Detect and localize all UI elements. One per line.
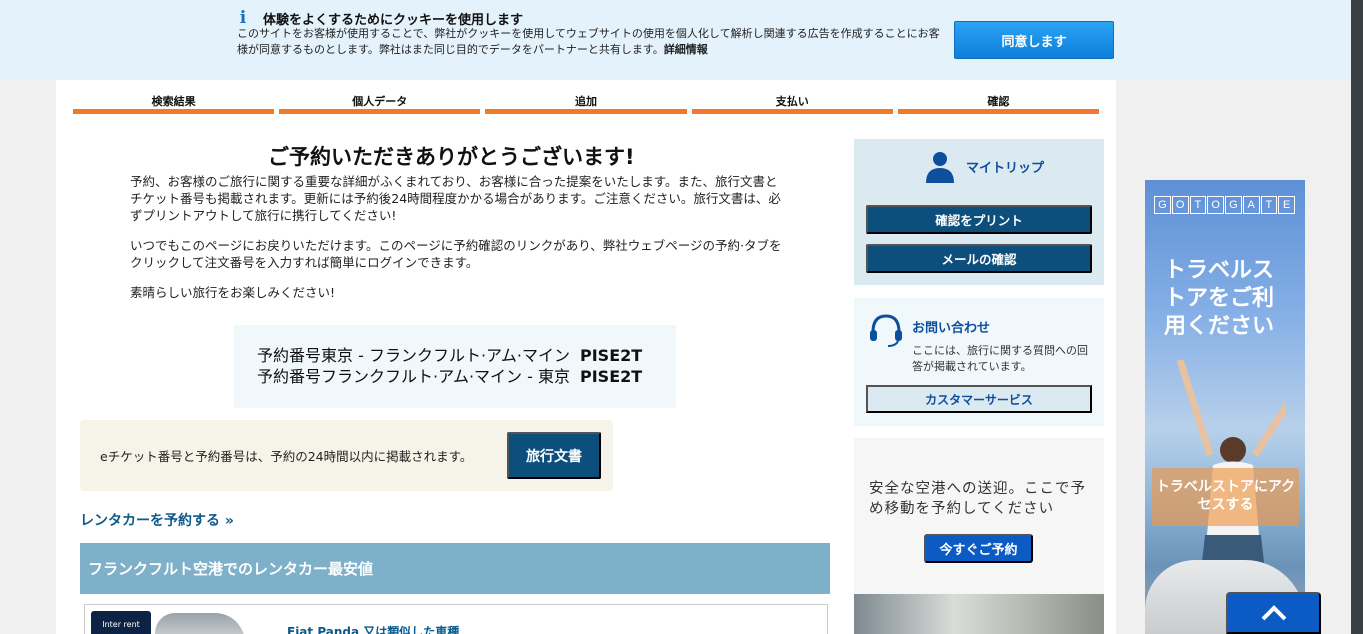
logo-letter: T [1189, 196, 1207, 214]
back-to-top-button[interactable] [1226, 592, 1321, 634]
booking-row-outbound: 予約番号東京 - フランクフルト·アム·マイン PISE2T [257, 345, 676, 366]
contact-box: お問い合わせ ここには、旅行に関する質問への回答が掲載されています。 カスタマー… [854, 298, 1104, 426]
info-icon: i [239, 8, 247, 28]
step-payment[interactable]: 支払い [691, 92, 893, 114]
mytrip-title[interactable]: マイトリップ [966, 157, 1044, 176]
car-name-link[interactable]: Fiat Panda 又は類似した車種 [287, 623, 459, 634]
cookie-text-body: このサイトをお客様が使用することで、弊社がクッキーを使用してウェブサイトの使用を… [237, 27, 940, 56]
travel-store-ad[interactable]: G O T O G A T E トラベルストアをご利用ください トラベルストアに… [1145, 180, 1305, 634]
booking-code: PISE2T [580, 367, 643, 386]
intro-paragraph: 予約、お客様のご旅行に関する重要な詳細がふくまれており、お客様に合った提案をいた… [130, 174, 781, 223]
logo-letter: G [1225, 196, 1242, 214]
booking-label: 予約番号フランクフルト·アム·マイン - 東京 [257, 367, 570, 386]
transfer-photo [854, 594, 1104, 634]
logo-letter: O [1207, 196, 1224, 214]
scrollbar[interactable] [1351, 0, 1363, 634]
page-title: ご予約いただきありがとうございます! [268, 145, 635, 169]
step-extras[interactable]: 追加 [485, 92, 687, 114]
logo-letter: A [1242, 196, 1260, 214]
interrent-logo: Inter rent [91, 611, 151, 634]
airport-transfer-box: 安全な空港への送迎。ここで予め移動を予約してください 今すぐご予約 [854, 438, 1104, 594]
logo-letter: T [1260, 196, 1278, 214]
email-confirmation-button[interactable]: メールの確認 [866, 244, 1092, 273]
booking-numbers: 予約番号東京 - フランクフルト·アム·マイン PISE2T 予約番号フランクフル… [234, 325, 676, 408]
ad-title: トラベルストアをご利用ください [1164, 258, 1275, 339]
customer-service-button[interactable]: カスタマーサービス [866, 385, 1092, 413]
transfer-text: 安全な空港への送迎。ここで予め移動を予約してください [869, 481, 1086, 517]
cookie-agree-button[interactable]: 同意します [954, 21, 1114, 59]
logo-letter: E [1278, 196, 1295, 214]
cookie-banner: i 体験をよくするためにクッキーを使用します このサイトをお客様が使用することで… [0, 0, 1351, 80]
ad-visit-store-button[interactable]: トラベルストアにアクセスする [1152, 468, 1299, 526]
step-confirmation[interactable]: 確認 [897, 92, 1100, 114]
travel-documents-button[interactable]: 旅行文書 [507, 432, 601, 479]
booking-label: 予約番号東京 - フランクフルト·アム·マイン [257, 346, 570, 365]
book-now-button[interactable]: 今すぐご予約 [924, 534, 1033, 563]
mytrip-box: マイトリップ 確認をプリント メールの確認 [854, 139, 1104, 285]
logo-letter: O [1171, 196, 1189, 214]
rental-car-link[interactable]: レンタカーを予約する » [80, 510, 234, 530]
logo-letter: G [1154, 196, 1171, 214]
step-personal-data[interactable]: 個人データ [279, 92, 481, 114]
return-paragraph: いつでもこのページにお戻りいただけます。このページに予約確認のリンクがあり、弊社… [130, 238, 782, 270]
contact-title[interactable]: お問い合わせ [912, 317, 990, 336]
enjoy-paragraph: 素晴らしい旅行をお楽しみください! [130, 285, 336, 300]
contact-text: ここには、旅行に関する質問への回答が掲載されています。 [912, 344, 1088, 373]
cookie-text: このサイトをお客様が使用することで、弊社がクッキーを使用してウェブサイトの使用を… [237, 26, 942, 58]
person-icon [926, 152, 954, 183]
eticket-notice: eチケット番号と予約番号は、予約の24時間以内に掲載されます。 旅行文書 [80, 420, 613, 491]
booking-code: PISE2T [580, 346, 643, 365]
cookie-details-link[interactable]: 詳細情報 [664, 43, 708, 56]
progress-steps: 検索結果 個人データ 追加 支払い 確認 [73, 92, 1100, 116]
chevron-up-icon [1261, 605, 1286, 621]
car-rental-header: フランクフルト空港でのレンタカー最安値 [80, 543, 830, 594]
car-image [155, 613, 245, 634]
eticket-text: eチケット番号と予約番号は、予約の24時間以内に掲載されます。 [100, 449, 473, 464]
step-search-results[interactable]: 検索結果 [73, 92, 275, 114]
print-confirmation-button[interactable]: 確認をプリント [866, 205, 1092, 234]
headset-icon [870, 314, 902, 347]
booking-row-return: 予約番号フランクフルト·アム·マイン - 東京 PISE2T [257, 366, 676, 387]
gotogate-logo: G O T O G A T E [1154, 196, 1295, 214]
car-offer-card[interactable]: Inter rent Fiat Panda 又は類似した車種 [84, 604, 828, 634]
